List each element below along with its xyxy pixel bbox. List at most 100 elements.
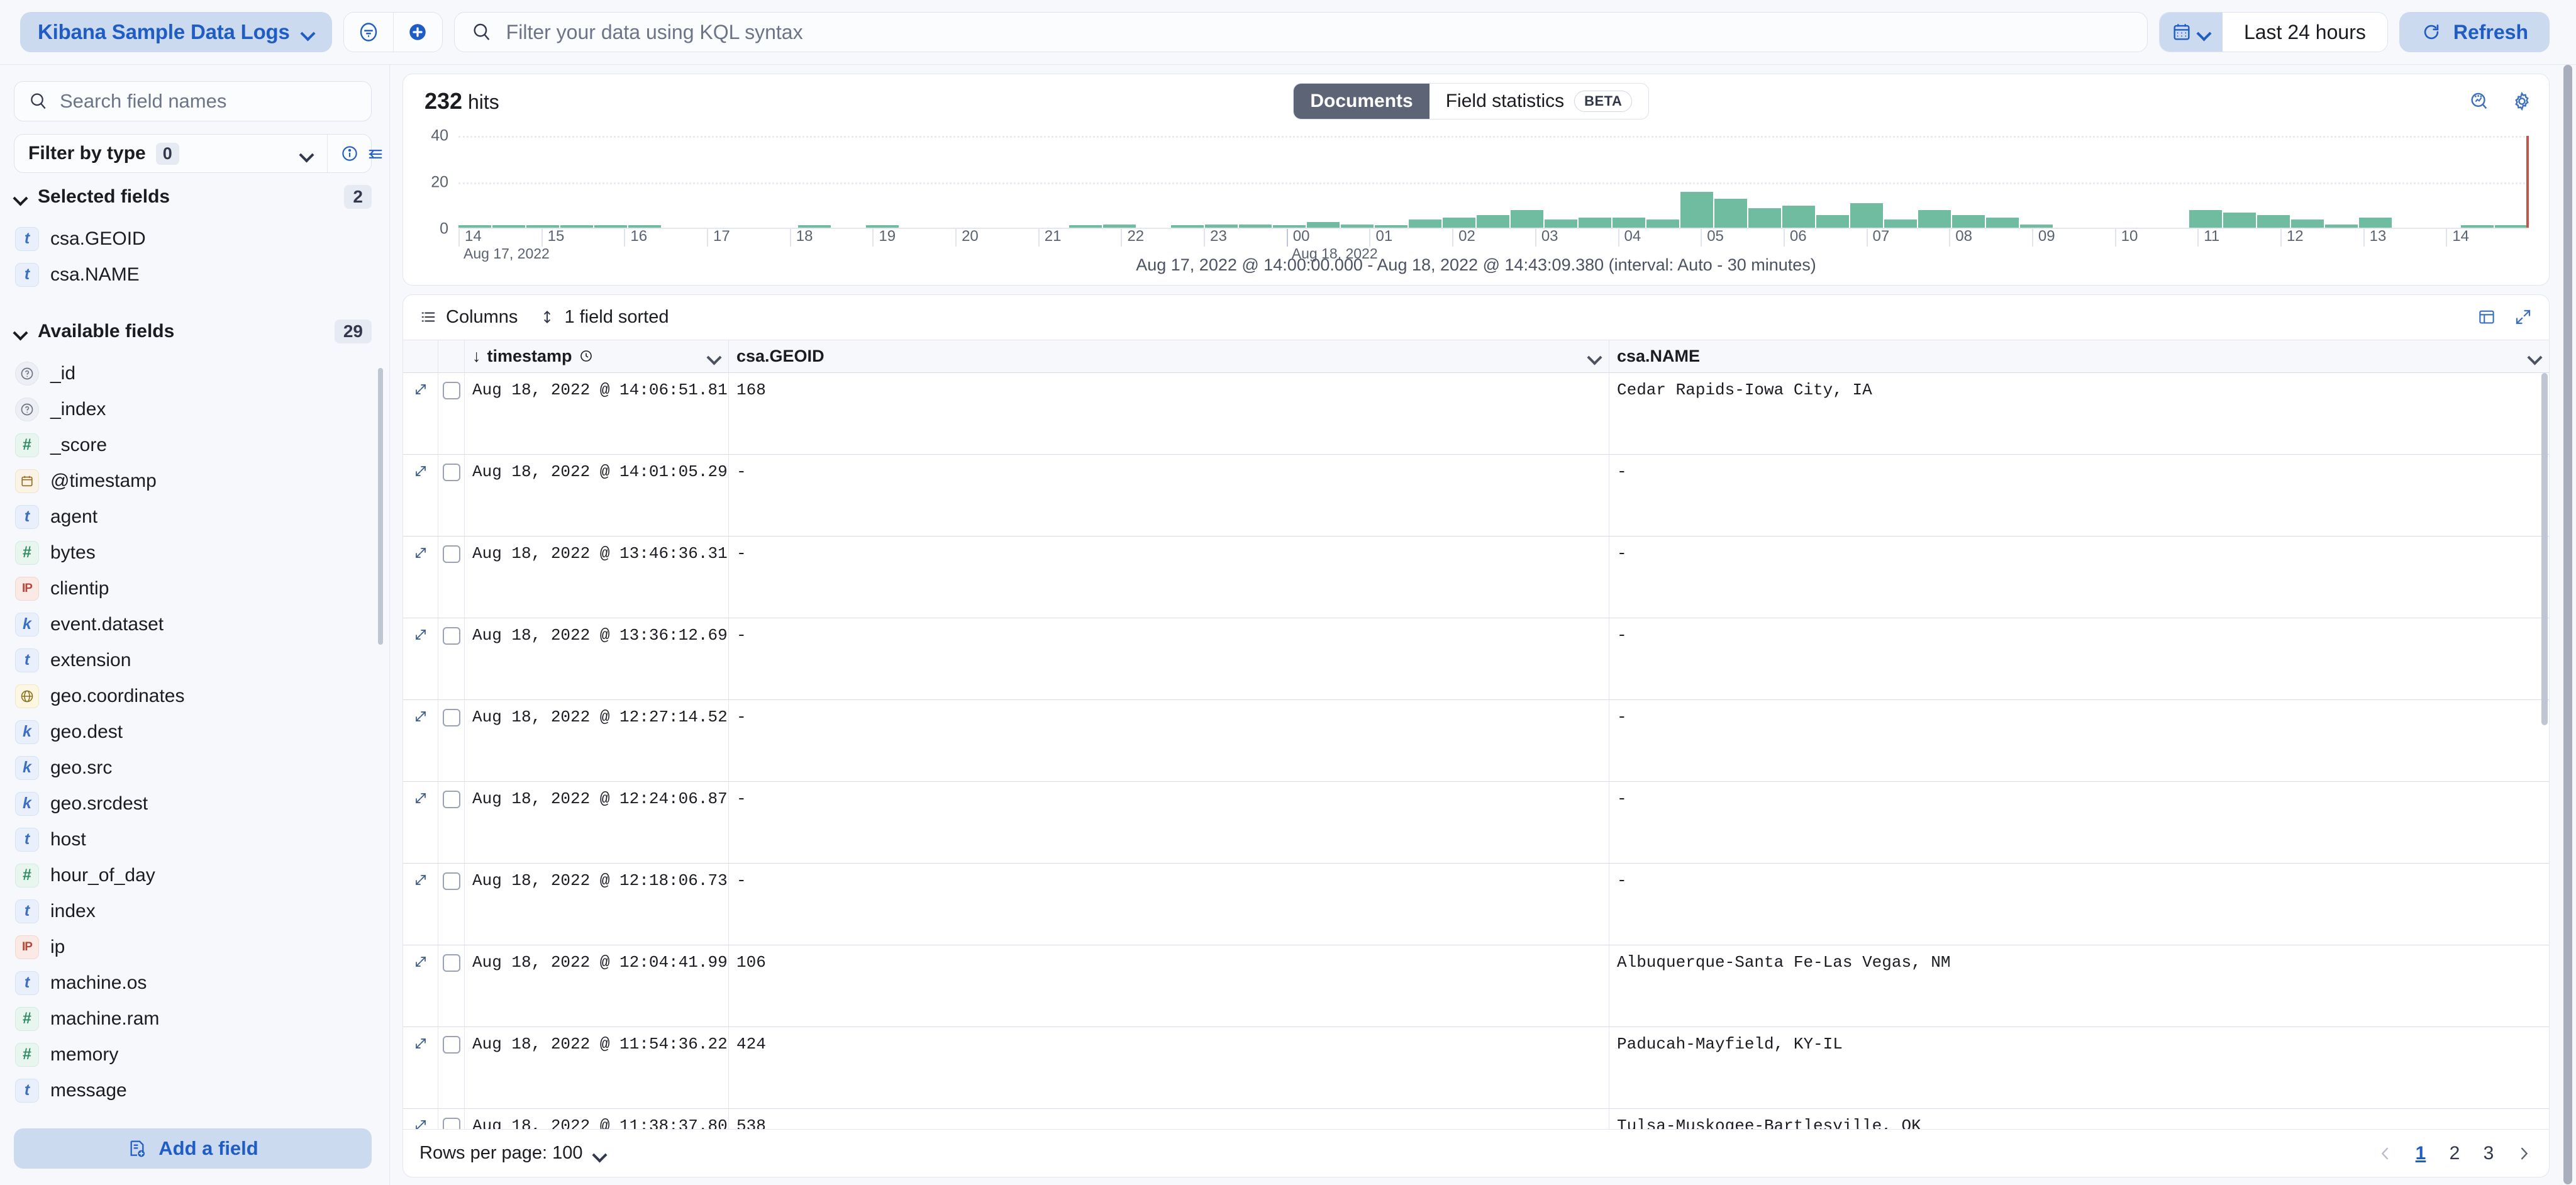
- field-item-geo-src[interactable]: kgeo.src: [14, 750, 372, 786]
- histogram-bar[interactable]: [2223, 213, 2256, 229]
- select-row-checkbox-cell[interactable]: [438, 700, 465, 781]
- expand-row-button[interactable]: [403, 782, 438, 863]
- histogram-bar[interactable]: [1850, 203, 1883, 229]
- row-checkbox[interactable]: [443, 954, 460, 972]
- row-checkbox[interactable]: [443, 709, 460, 726]
- next-page-button[interactable]: [2515, 1145, 2533, 1162]
- filter-by-type-button[interactable]: Filter by type 0: [14, 135, 327, 172]
- chevron-down-icon[interactable]: [2528, 352, 2541, 360]
- expand-row-button[interactable]: [403, 1027, 438, 1108]
- rows-per-page-button[interactable]: Rows per page: 100: [419, 1143, 606, 1164]
- field-item--index[interactable]: _index: [14, 391, 372, 427]
- histogram-bar[interactable]: [1918, 210, 1951, 229]
- expand-row-button[interactable]: [403, 700, 438, 781]
- field-item-extension[interactable]: textension: [14, 642, 372, 678]
- field-item-hour-of-day[interactable]: #hour_of_day: [14, 857, 372, 893]
- table-row[interactable]: Aug 18, 2022 @ 13:46:36.315--: [403, 537, 2549, 618]
- field-item-memory[interactable]: #memory: [14, 1037, 372, 1072]
- available-fields-section-header[interactable]: Available fields 29: [14, 308, 372, 355]
- refresh-button[interactable]: Refresh: [2399, 12, 2550, 52]
- table-row[interactable]: Aug 18, 2022 @ 14:06:51.816168Cedar Rapi…: [403, 373, 2549, 455]
- row-checkbox[interactable]: [443, 382, 460, 399]
- expand-row-button[interactable]: [403, 373, 438, 454]
- field-item-csa-name[interactable]: tcsa.NAME: [14, 257, 372, 292]
- histogram-bar[interactable]: [2189, 210, 2222, 229]
- add-a-field-button[interactable]: Add a field: [14, 1128, 372, 1169]
- field-item-host[interactable]: thost: [14, 821, 372, 857]
- table-row[interactable]: Aug 18, 2022 @ 13:36:12.692--: [403, 618, 2549, 700]
- field-item--id[interactable]: _id: [14, 355, 372, 391]
- add-filter-button[interactable]: [393, 13, 442, 52]
- expand-row-button[interactable]: [403, 455, 438, 536]
- collapse-sidebar-button[interactable]: [367, 145, 384, 163]
- date-quick-select-button[interactable]: [2160, 13, 2223, 52]
- chevron-down-icon[interactable]: [1588, 352, 1601, 360]
- row-checkbox[interactable]: [443, 1036, 460, 1054]
- select-row-checkbox-cell[interactable]: [438, 1027, 465, 1108]
- field-item-message[interactable]: tmessage: [14, 1072, 372, 1108]
- histogram-bar[interactable]: [1952, 215, 1985, 229]
- column-header-timestamp[interactable]: ↓ timestamp: [465, 340, 729, 372]
- table-row[interactable]: Aug 18, 2022 @ 11:38:37.806538Tulsa-Musk…: [403, 1109, 2549, 1129]
- expand-row-button[interactable]: [403, 618, 438, 699]
- histogram-bar[interactable]: [1748, 208, 1781, 229]
- kql-query-bar[interactable]: Filter your data using KQL syntax: [454, 12, 2148, 52]
- field-item-csa-geoid[interactable]: tcsa.GEOID: [14, 221, 372, 257]
- previous-page-button[interactable]: [2377, 1145, 2394, 1162]
- expand-row-button[interactable]: [403, 1109, 438, 1129]
- grid-scrollbar[interactable]: [2541, 373, 2548, 1129]
- table-row[interactable]: Aug 18, 2022 @ 12:27:14.527--: [403, 700, 2549, 782]
- sidebar-scrollbar[interactable]: [378, 368, 383, 1039]
- histogram-bar[interactable]: [2257, 215, 2290, 229]
- histogram-bar[interactable]: [1816, 215, 1849, 229]
- histogram-bar[interactable]: [1680, 192, 1713, 229]
- row-checkbox[interactable]: [443, 464, 460, 481]
- column-header-csa-name[interactable]: csa.NAME: [1609, 340, 2549, 372]
- histogram-bar[interactable]: [1511, 210, 1543, 229]
- expand-row-button[interactable]: [403, 864, 438, 945]
- field-item-geo-dest[interactable]: kgeo.dest: [14, 714, 372, 750]
- expand-row-button[interactable]: [403, 945, 438, 1026]
- page-scrollbar[interactable]: [2563, 65, 2572, 1185]
- selected-fields-section-header[interactable]: Selected fields 2: [14, 173, 372, 221]
- select-row-checkbox-cell[interactable]: [438, 455, 465, 536]
- field-item-machine-os[interactable]: tmachine.os: [14, 965, 372, 1001]
- page-button-3[interactable]: 3: [2481, 1143, 2496, 1164]
- filter-icon-button[interactable]: [344, 13, 393, 52]
- expand-row-button[interactable]: [403, 537, 438, 618]
- table-row[interactable]: Aug 18, 2022 @ 11:54:36.220424Paducah-Ma…: [403, 1027, 2549, 1109]
- field-item-bytes[interactable]: #bytes: [14, 535, 372, 570]
- select-row-checkbox-cell[interactable]: [438, 864, 465, 945]
- data-view-picker[interactable]: Kibana Sample Data Logs: [20, 12, 332, 52]
- select-row-checkbox-cell[interactable]: [438, 618, 465, 699]
- field-item-geo-srcdest[interactable]: kgeo.srcdest: [14, 786, 372, 821]
- select-row-checkbox-cell[interactable]: [438, 373, 465, 454]
- field-search-input[interactable]: Search field names: [14, 81, 372, 121]
- row-checkbox[interactable]: [443, 545, 460, 563]
- field-item--score[interactable]: #_score: [14, 427, 372, 463]
- table-row[interactable]: Aug 18, 2022 @ 12:18:06.737--: [403, 864, 2549, 945]
- table-row[interactable]: Aug 18, 2022 @ 12:04:41.998106Albuquerqu…: [403, 945, 2549, 1027]
- field-item--timestamp[interactable]: @timestamp: [14, 463, 372, 499]
- chart-options-button[interactable]: [2511, 91, 2533, 112]
- time-range-value[interactable]: Last 24 hours: [2223, 13, 2387, 52]
- select-row-checkbox-cell[interactable]: [438, 537, 465, 618]
- row-checkbox[interactable]: [443, 627, 460, 645]
- select-row-checkbox-cell[interactable]: [438, 1109, 465, 1129]
- histogram-bar[interactable]: [1477, 215, 1509, 229]
- table-row[interactable]: Aug 18, 2022 @ 14:01:05.297--: [403, 455, 2549, 537]
- fields-info-button[interactable]: [327, 135, 371, 172]
- row-checkbox[interactable]: [443, 872, 460, 890]
- kql-input[interactable]: Filter your data using KQL syntax: [506, 21, 803, 44]
- field-item-event-dataset[interactable]: kevent.dataset: [14, 606, 372, 642]
- sidebar-scrollbar-thumb[interactable]: [378, 368, 383, 645]
- sort-fields-button[interactable]: 1 field sorted: [539, 307, 669, 328]
- expand-grid-button[interactable]: [2514, 308, 2533, 326]
- field-item-geo-coordinates[interactable]: geo.coordinates: [14, 678, 372, 714]
- select-row-checkbox-cell[interactable]: [438, 782, 465, 863]
- chevron-down-icon[interactable]: [708, 352, 721, 360]
- columns-button[interactable]: Columns: [419, 307, 518, 328]
- grid-scrollbar-thumb[interactable]: [2541, 373, 2548, 725]
- inspect-chart-button[interactable]: [2468, 91, 2490, 112]
- field-item-machine-ram[interactable]: #machine.ram: [14, 1001, 372, 1037]
